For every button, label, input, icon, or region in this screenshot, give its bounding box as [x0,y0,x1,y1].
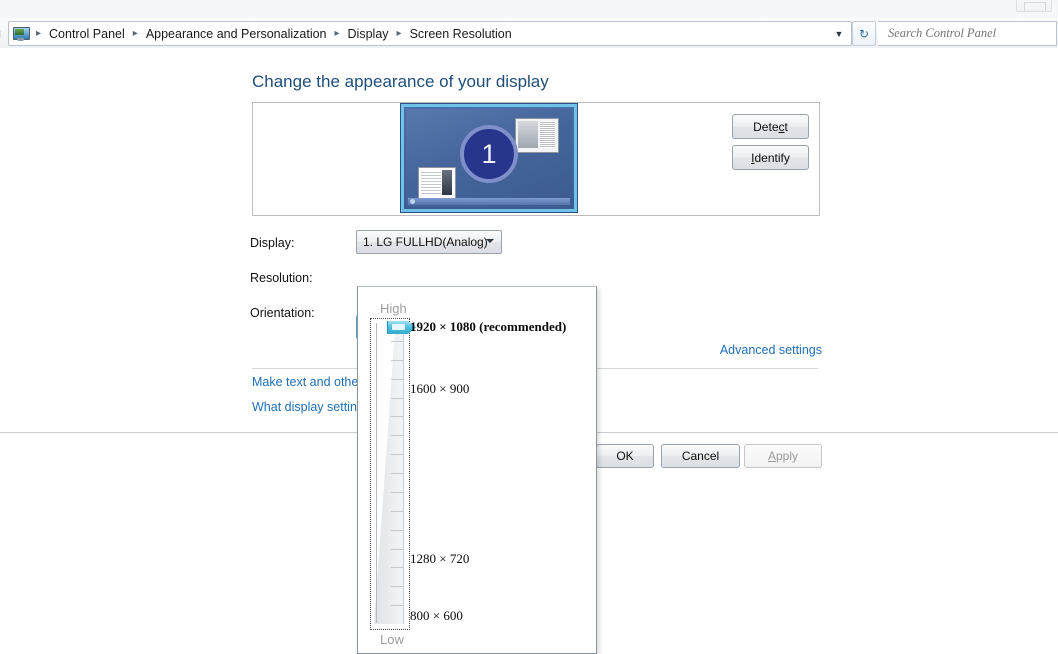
slider-tick [391,341,404,342]
breadcrumb-separator-1: ▸ [132,28,138,39]
slider-tick [391,492,404,493]
resolution-label: Resolution: [250,271,313,285]
breadcrumb-control-panel[interactable]: Control Panel [46,25,128,43]
search-box[interactable] [878,21,1057,46]
apply-button: Apply [744,444,822,468]
page-title: Change the appearance of your display [252,72,549,91]
monitor-wallpaper: 1 [406,109,572,207]
slider-tick [391,416,404,417]
resolution-option-800x600[interactable]: 800 × 600 [410,608,463,624]
advanced-settings-link[interactable]: Advanced settings [720,343,822,357]
slider-high-label: High [380,301,407,316]
identify-button[interactable]: Identify [732,145,809,170]
slider-tick [391,360,404,361]
slider-tick [391,605,404,606]
orientation-label: Orientation: [250,306,315,320]
monitor-number-badge: 1 [460,125,518,184]
slider-rail [376,323,377,623]
refresh-icon[interactable]: ↻ [852,21,876,46]
identify-button-label: Identify [751,150,790,165]
chevron-down-icon [486,239,494,243]
detect-button[interactable]: Detect [732,114,809,139]
resolution-option-1600x900[interactable]: 1600 × 900 [410,381,469,397]
display-select[interactable]: 1. LG FULLHD(Analog) [356,230,502,254]
search-input[interactable] [886,25,1050,42]
window-thumbnail-icon [418,167,456,200]
slider-tick [391,549,404,550]
breadcrumb-separator-3: ▸ [396,28,402,39]
slider-tick [391,511,404,512]
breadcrumb-separator-2: ▸ [334,28,340,39]
slider-tick [391,379,404,380]
slider-tick [391,454,404,455]
restore-window-icon [1024,2,1046,11]
slider-tick [391,567,404,568]
display-label: Display: [250,236,295,250]
cancel-button-label: Cancel [681,449,720,463]
breadcrumb-appearance-and-personalization[interactable]: Appearance and Personalization [143,25,330,43]
chevron-down-icon[interactable]: ▼ [828,23,850,44]
monitor-preview-1[interactable]: 1 [401,104,577,212]
ok-button-label: OK [616,449,634,463]
ok-button[interactable]: OK [596,444,654,468]
apply-button-label: Apply [767,449,799,463]
resolution-dropdown-panel[interactable]: High Low 1920 × 1080 (recommended) 1600 … [357,286,597,654]
slider-low-label: Low [380,632,404,647]
breadcrumb-separator-0: ▸ [36,28,42,39]
slider-tick [391,435,404,436]
breadcrumb-screen-resolution[interactable]: Screen Resolution [407,25,515,43]
resolution-option-1920x1080[interactable]: 1920 × 1080 (recommended) [410,319,566,335]
refresh-glyph: ↻ [858,26,870,41]
control-panel-monitor-icon [12,26,30,42]
slider-tick [391,586,404,587]
detect-button-label: Detect [753,119,788,134]
navigation-bar: ◂ ▸ Control Panel ▸ Appearance and Perso… [0,18,1058,49]
resolution-option-1280x720[interactable]: 1280 × 720 [410,551,469,567]
resolution-slider-track[interactable] [374,321,416,624]
slider-tick [391,473,404,474]
window-thumbnail-icon [515,118,559,153]
window-title-strip [0,0,1058,18]
breadcrumb-display[interactable]: Display [345,25,392,43]
cancel-button[interactable]: Cancel [661,444,740,468]
slider-tick [391,398,404,399]
address-bar[interactable]: ▸ Control Panel ▸ Appearance and Persona… [8,21,852,46]
slider-tick [391,530,404,531]
taskbar-strip [408,198,570,205]
display-select-value: 1. LG FULLHD(Analog) [363,235,488,249]
